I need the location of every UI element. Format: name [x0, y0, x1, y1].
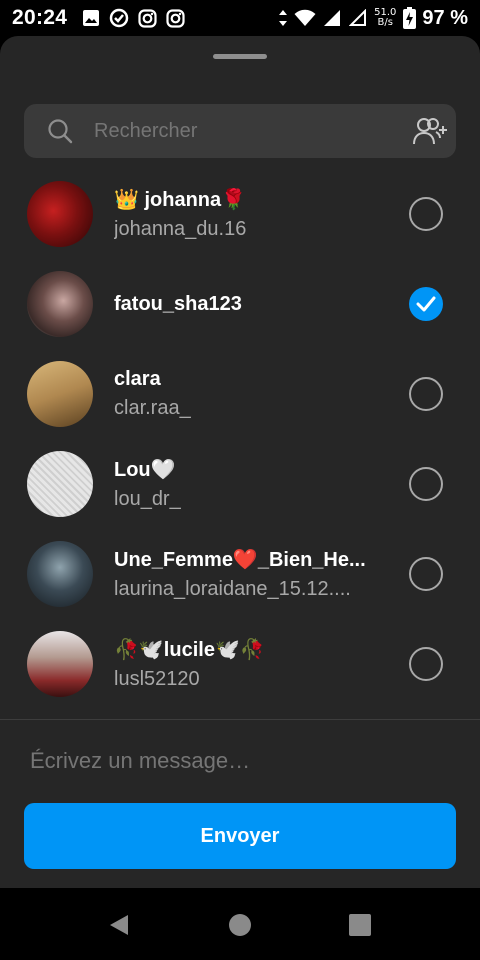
recipient-row[interactable]: 🥀🕊️lucile🕊️🥀 lusl52120: [0, 619, 480, 709]
message-input[interactable]: [30, 748, 450, 774]
instagram-icon: [165, 8, 185, 28]
recipient-username: lou_dr_: [114, 488, 181, 510]
recipient-list: 👑 johanna🌹 johanna_du.16 fatou_sha123 cl…: [0, 169, 480, 709]
back-icon[interactable]: [106, 912, 132, 938]
select-radio[interactable]: [409, 647, 443, 681]
avatar: [27, 541, 93, 607]
instagram-icon: [137, 8, 157, 28]
navigation-bar: [0, 888, 480, 960]
status-time: 20:24: [12, 6, 68, 29]
system-icons: 51.0 B/s 97 %: [278, 7, 468, 30]
avatar: [27, 181, 93, 247]
image-icon: [81, 8, 101, 28]
network-speed-unit: B/s: [377, 17, 393, 28]
search-icon: [46, 117, 74, 145]
search-bar[interactable]: [24, 104, 456, 158]
share-sheet: 👑 johanna🌹 johanna_du.16 fatou_sha123 cl…: [0, 36, 480, 888]
avatar: [27, 271, 93, 337]
recipient-name: clara: [114, 368, 161, 390]
divider: [0, 719, 480, 720]
recipient-row[interactable]: Une_Femme❤️_Bien_He... laurina_loraidane…: [0, 529, 480, 619]
select-radio-checked[interactable]: [409, 287, 443, 321]
recipient-row[interactable]: clara clar.raa_: [0, 349, 480, 439]
recents-icon[interactable]: [347, 912, 373, 938]
avatar: [27, 361, 93, 427]
recipient-username: lusl52120: [114, 668, 200, 690]
recipient-name: Lou🤍: [114, 459, 176, 481]
signal-icon: [322, 8, 342, 28]
home-icon[interactable]: [227, 912, 253, 938]
add-people-icon[interactable]: [412, 115, 448, 147]
vpn-icon: [109, 8, 129, 28]
recipient-row[interactable]: fatou_sha123: [0, 259, 480, 349]
recipient-username: clar.raa_: [114, 397, 191, 419]
avatar: [27, 631, 93, 697]
select-radio[interactable]: [409, 467, 443, 501]
sheet-drag-handle[interactable]: [213, 54, 267, 59]
signal-empty-icon: [348, 8, 368, 28]
battery-charging-icon: [402, 7, 416, 29]
send-button[interactable]: Envoyer: [24, 803, 456, 869]
wifi-icon: [294, 8, 316, 28]
recipient-name: 👑 johanna🌹: [114, 189, 247, 211]
recipient-name: fatou_sha123: [114, 292, 242, 315]
recipient-username: laurina_loraidane_15.12....: [114, 578, 351, 600]
select-radio[interactable]: [409, 557, 443, 591]
notification-icons: [81, 8, 185, 28]
status-bar: 20:24 51.0 B/s 97 %: [0, 0, 480, 36]
data-arrows-icon: [278, 8, 288, 28]
recipient-username: johanna_du.16: [114, 218, 247, 240]
recipient-name: Une_Femme❤️_Bien_He...: [114, 549, 366, 571]
recipient-row[interactable]: 👑 johanna🌹 johanna_du.16: [0, 169, 480, 259]
select-radio[interactable]: [409, 377, 443, 411]
checkmark-icon: [416, 296, 436, 312]
search-input[interactable]: [94, 119, 374, 143]
network-speed: 51.0 B/s: [374, 8, 396, 28]
battery-level: 97 %: [422, 6, 468, 29]
avatar: [27, 451, 93, 517]
recipient-row[interactable]: Lou🤍 lou_dr_: [0, 439, 480, 529]
select-radio[interactable]: [409, 197, 443, 231]
recipient-name: 🥀🕊️lucile🕊️🥀: [114, 639, 265, 661]
